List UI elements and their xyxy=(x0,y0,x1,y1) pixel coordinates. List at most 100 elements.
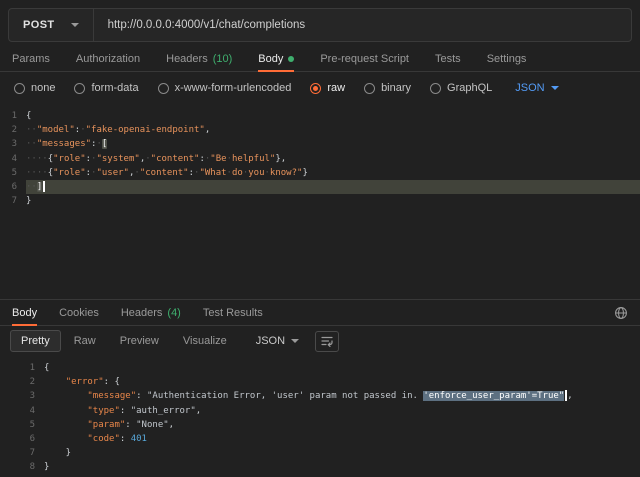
tab-headers[interactable]: Headers (10) xyxy=(166,46,232,71)
request-tabs: Params Authorization Headers (10) Body P… xyxy=(0,46,640,72)
tab-label: Pre-request Script xyxy=(320,53,409,65)
body-type-graphql[interactable]: GraphQL xyxy=(430,82,492,94)
response-headers-count: (4) xyxy=(167,307,180,319)
tab-body[interactable]: Body xyxy=(258,46,294,71)
view-pretty-button[interactable]: Pretty xyxy=(10,330,61,352)
line-number: 7 xyxy=(0,194,26,208)
tab-pre-request-script[interactable]: Pre-request Script xyxy=(320,46,409,71)
language-label: JSON xyxy=(515,82,544,94)
wrap-lines-button[interactable] xyxy=(315,331,339,352)
code-line[interactable]: 2 "error": { xyxy=(0,375,640,389)
body-type-none[interactable]: none xyxy=(14,82,55,94)
tab-authorization[interactable]: Authorization xyxy=(76,46,140,71)
method-select[interactable]: POST xyxy=(9,9,94,41)
line-number: 3 xyxy=(0,389,44,403)
raw-language-select[interactable]: JSON xyxy=(515,82,558,94)
code-text: { xyxy=(26,109,640,123)
tab-label: Body xyxy=(12,307,37,319)
response-toolbar: Pretty Raw Preview Visualize JSON xyxy=(0,326,640,356)
tab-label: Cookies xyxy=(59,307,99,319)
line-number: 3 xyxy=(0,137,26,151)
tab-label: Headers xyxy=(166,53,208,65)
headers-count: (10) xyxy=(213,53,233,65)
radio-icon xyxy=(158,83,169,94)
code-text: ····{"role":·"user",·"content":·"What·do… xyxy=(26,166,640,180)
tab-tests[interactable]: Tests xyxy=(435,46,461,71)
line-number: 8 xyxy=(0,460,44,474)
code-text: "param": "None", xyxy=(44,418,640,432)
code-text: } xyxy=(44,446,640,460)
code-line[interactable]: 6 "code": 401 xyxy=(0,432,640,446)
view-label: Raw xyxy=(74,335,96,347)
code-line[interactable]: 3··"messages":·[ xyxy=(0,137,640,151)
code-text: { xyxy=(44,361,640,375)
text-wrap-icon xyxy=(320,334,334,348)
code-line[interactable]: 3 "message": "Authentication Error, 'use… xyxy=(0,389,640,403)
chevron-down-icon xyxy=(551,86,559,90)
code-line[interactable]: 6··] xyxy=(0,180,640,194)
code-line[interactable]: 1{ xyxy=(0,361,640,375)
code-line[interactable]: 4····{"role":·"system",·"content":·"Be·h… xyxy=(0,152,640,166)
tab-label: Test Results xyxy=(203,307,263,319)
method-label: POST xyxy=(23,19,55,31)
view-label: Pretty xyxy=(21,335,50,347)
code-line[interactable]: 7} xyxy=(0,194,640,208)
code-text: ··"model":·"fake-openai-endpoint", xyxy=(26,123,640,137)
response-body-viewer[interactable]: 1{2 "error": {3 "message": "Authenticati… xyxy=(0,356,640,475)
body-type-x-www-form-urlencoded[interactable]: x-www-form-urlencoded xyxy=(158,82,292,94)
code-line[interactable]: 7 } xyxy=(0,446,640,460)
line-number: 5 xyxy=(0,418,44,432)
code-line[interactable]: 8} xyxy=(0,460,640,474)
response-tab-body[interactable]: Body xyxy=(12,300,37,325)
response-header-icons xyxy=(614,306,628,320)
url-input[interactable]: http://0.0.0.0:4000/v1/chat/completions xyxy=(94,19,631,31)
view-raw-button[interactable]: Raw xyxy=(63,330,107,352)
view-preview-button[interactable]: Preview xyxy=(109,330,170,352)
radio-selected-icon xyxy=(310,83,321,94)
radio-label: raw xyxy=(327,82,345,94)
response-tabs: Body Cookies Headers (4) Test Results xyxy=(0,300,640,326)
line-number: 1 xyxy=(0,109,26,123)
tab-settings[interactable]: Settings xyxy=(487,46,527,71)
code-line[interactable]: 1{ xyxy=(0,109,640,123)
code-text: "message": "Authentication Error, 'user'… xyxy=(44,389,640,403)
response-language-select[interactable]: JSON xyxy=(256,335,299,347)
tab-label: Params xyxy=(12,53,50,65)
radio-label: binary xyxy=(381,82,411,94)
view-label: Preview xyxy=(120,335,159,347)
code-text: "error": { xyxy=(44,375,640,389)
request-url-bar: POST http://0.0.0.0:4000/v1/chat/complet… xyxy=(8,8,632,42)
body-type-raw[interactable]: raw xyxy=(310,82,345,94)
text-cursor xyxy=(43,181,45,192)
response-tab-headers[interactable]: Headers (4) xyxy=(121,300,181,325)
globe-icon[interactable] xyxy=(614,306,628,320)
app-window: POST http://0.0.0.0:4000/v1/chat/complet… xyxy=(0,8,640,475)
language-label: JSON xyxy=(256,335,285,347)
body-type-binary[interactable]: binary xyxy=(364,82,411,94)
view-visualize-button[interactable]: Visualize xyxy=(172,330,238,352)
line-number: 4 xyxy=(0,404,44,418)
line-number: 4 xyxy=(0,152,26,166)
line-number: 1 xyxy=(0,361,44,375)
request-body-editor[interactable]: 1{2··"model":·"fake-openai-endpoint",3··… xyxy=(0,104,640,299)
tab-label: Body xyxy=(258,53,283,65)
code-line[interactable]: 2··"model":·"fake-openai-endpoint", xyxy=(0,123,640,137)
tab-label: Authorization xyxy=(76,53,140,65)
line-number: 2 xyxy=(0,123,26,137)
tab-params[interactable]: Params xyxy=(12,46,50,71)
body-content-dot-icon xyxy=(288,56,294,62)
code-text: } xyxy=(26,194,640,208)
response-tab-test-results[interactable]: Test Results xyxy=(203,300,263,325)
tab-label: Settings xyxy=(487,53,527,65)
radio-icon xyxy=(364,83,375,94)
code-text: ··"messages":·[ xyxy=(26,137,640,151)
body-type-form-data[interactable]: form-data xyxy=(74,82,138,94)
code-line[interactable]: 5····{"role":·"user",·"content":·"What·d… xyxy=(0,166,640,180)
radio-icon xyxy=(14,83,25,94)
code-line[interactable]: 5 "param": "None", xyxy=(0,418,640,432)
response-tab-cookies[interactable]: Cookies xyxy=(59,300,99,325)
tab-label: Headers xyxy=(121,307,163,319)
code-text: "code": 401 xyxy=(44,432,640,446)
code-text: ··] xyxy=(26,180,640,194)
code-line[interactable]: 4 "type": "auth_error", xyxy=(0,404,640,418)
